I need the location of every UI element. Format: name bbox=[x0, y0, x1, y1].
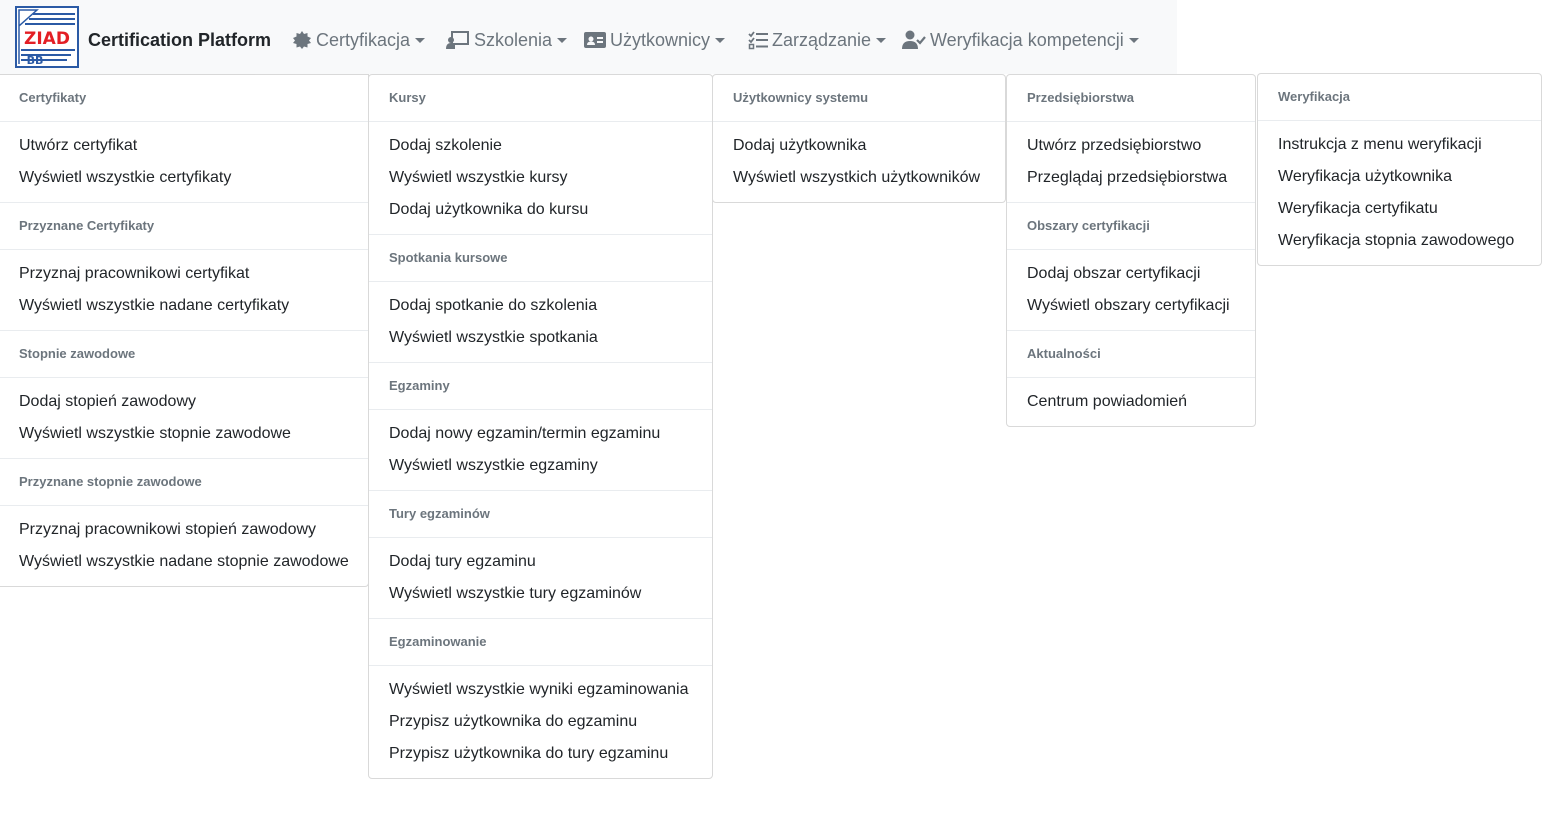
dropdown-header: Użytkownicy systemu bbox=[733, 90, 869, 105]
dropdown-group: Utwórz certyfikat Wyświetl wszystkie cert… bbox=[0, 122, 368, 202]
caret-down-icon bbox=[1128, 38, 1139, 43]
dropdown-item[interactable]: Centrum powiadomień bbox=[1007, 386, 1255, 418]
caret-down-icon bbox=[415, 38, 426, 43]
dropdown-group: Dodaj użytkownika Wyświetl wszystkich uży… bbox=[713, 122, 1005, 202]
ziad-logo[interactable]: ZIAD BB bbox=[15, 6, 79, 68]
dropdown-header: Przedsiębiorstwa bbox=[1027, 90, 1134, 105]
nav-label: Weryfikacja kompetencji bbox=[930, 29, 1124, 50]
caret-down-icon bbox=[876, 38, 887, 43]
dropdown-item[interactable]: Przypisz użytkownika do egzaminu bbox=[369, 706, 712, 738]
dropdown-zarzadzanie: Przedsiębiorstwa Utwórz przedsiębiorstwo P… bbox=[1006, 74, 1256, 427]
brand-title[interactable]: Certification Platform bbox=[88, 28, 271, 52]
nav-label: Użytkownicy bbox=[610, 29, 711, 50]
dropdown-item[interactable]: Przyznaj pracownikowi stopień zawodowy bbox=[0, 514, 368, 546]
dropdown-item[interactable]: Wyświetl wszystkie certyfikaty bbox=[0, 162, 368, 194]
nav-uzytkownicy[interactable]: Użytkownicy bbox=[584, 28, 726, 52]
dropdown-header: Tury egzaminów bbox=[389, 506, 490, 521]
dropdown-group: Dodaj spotkanie do szkolenia Wyświetl wsz… bbox=[369, 282, 712, 362]
dropdown-header: Aktualności bbox=[1027, 346, 1101, 361]
user-check-icon bbox=[902, 30, 926, 50]
dropdown-item[interactable]: Utwórz przedsiębiorstwo bbox=[1007, 130, 1255, 162]
certificate-icon bbox=[292, 30, 312, 50]
dropdown-group: Dodaj stopień zawodowy Wyświetl wszystkie… bbox=[0, 378, 368, 458]
dropdown-item[interactable]: Weryfikacja certyfikatu bbox=[1258, 193, 1541, 225]
dropdown-weryfikacja: Weryfikacja Instrukcja z menu weryfikacji… bbox=[1257, 73, 1542, 266]
dropdown-header: Egzaminy bbox=[389, 378, 450, 393]
svg-text:BB: BB bbox=[27, 54, 44, 67]
dropdown-item[interactable]: Dodaj stopień zawodowy bbox=[0, 386, 368, 418]
ziad-logo-icon: ZIAD BB bbox=[15, 6, 79, 68]
dropdown-item[interactable]: Dodaj tury egzaminu bbox=[369, 546, 712, 578]
navbar: ZIAD BB Certification Platform Certyfika… bbox=[0, 0, 1177, 74]
dropdown-group: Utwórz przedsiębiorstwo Przeglądaj przeds… bbox=[1007, 122, 1255, 202]
dropdown-header: Stopnie zawodowe bbox=[19, 346, 136, 361]
dropdown-item[interactable]: Przeglądaj przedsiębiorstwa bbox=[1007, 162, 1255, 194]
dropdown-item[interactable]: Dodaj użytkownika do kursu bbox=[369, 194, 712, 226]
dropdown-item[interactable]: Dodaj nowy egzamin/termin egzaminu bbox=[369, 418, 712, 450]
dropdown-item[interactable]: Wyświetl wszystkie nadane stopnie zawodo… bbox=[0, 546, 368, 578]
dropdown-item[interactable]: Utwórz certyfikat bbox=[0, 130, 368, 162]
chalkboard-teacher-icon bbox=[446, 30, 470, 50]
dropdown-header: Obszary certyfikacji bbox=[1027, 218, 1150, 233]
dropdown-certyfikacja: Certyfikaty Utwórz certyfikat Wyświetl wsz… bbox=[0, 74, 369, 587]
dropdown-item[interactable]: Wyświetl wszystkich użytkowników bbox=[713, 162, 1005, 194]
dropdown-item[interactable]: Wyświetl wszystkie nadane certyfikaty bbox=[0, 290, 368, 322]
nav-weryfikacja[interactable]: Weryfikacja kompetencji bbox=[902, 28, 1139, 52]
dropdown-group: Dodaj obszar certyfikacji Wyświetl obszar… bbox=[1007, 250, 1255, 330]
dropdown-item[interactable]: Dodaj użytkownika bbox=[713, 130, 1005, 162]
dropdown-item[interactable]: Instrukcja z menu weryfikacji bbox=[1258, 129, 1541, 161]
dropdown-header: Certyfikaty bbox=[19, 90, 87, 105]
dropdown-item[interactable]: Weryfikacja stopnia zawodowego bbox=[1258, 225, 1541, 257]
dropdown-group: Centrum powiadomień bbox=[1007, 378, 1255, 426]
dropdown-item[interactable]: Wyświetl wszystkie stopnie zawodowe bbox=[0, 418, 368, 450]
svg-text:ZIAD: ZIAD bbox=[24, 29, 70, 49]
dropdown-item[interactable]: Wyświetl obszary certyfikacji bbox=[1007, 290, 1255, 322]
nav-certyfikacja[interactable]: Certyfikacja bbox=[292, 28, 426, 52]
dropdown-header: Kursy bbox=[389, 90, 426, 105]
dropdown-item[interactable]: Wyświetl wszystkie egzaminy bbox=[369, 450, 712, 482]
caret-down-icon bbox=[557, 38, 568, 43]
dropdown-szkolenia: Kursy Dodaj szkolenie Wyświetl wszystkie k… bbox=[368, 74, 713, 779]
caret-down-icon bbox=[715, 38, 726, 43]
dropdown-item[interactable]: Wyświetl wszystkie spotkania bbox=[369, 322, 712, 354]
dropdown-group: Dodaj nowy egzamin/termin egzaminu Wyświe… bbox=[369, 410, 712, 490]
dropdown-item[interactable]: Weryfikacja użytkownika bbox=[1258, 161, 1541, 193]
dropdown-item[interactable]: Dodaj obszar certyfikacji bbox=[1007, 258, 1255, 290]
dropdown-group: Instrukcja z menu weryfikacji Weryfikacja… bbox=[1258, 121, 1541, 265]
tasks-icon bbox=[748, 30, 768, 50]
dropdown-item[interactable]: Przypisz użytkownika do tury egzaminu bbox=[369, 738, 712, 770]
dropdown-item[interactable]: Przyznaj pracownikowi certyfikat bbox=[0, 258, 368, 290]
nav-label: Zarządzanie bbox=[772, 29, 872, 50]
dropdown-uzytkownicy: Użytkownicy systemu Dodaj użytkownika Wyśw… bbox=[712, 74, 1006, 203]
dropdown-header: Egzaminowanie bbox=[389, 634, 487, 649]
dropdown-item[interactable]: Wyświetl wszystkie kursy bbox=[369, 162, 712, 194]
id-card-icon bbox=[584, 31, 606, 49]
dropdown-item[interactable]: Dodaj spotkanie do szkolenia bbox=[369, 290, 712, 322]
nav-zarzadzanie[interactable]: Zarządzanie bbox=[748, 28, 887, 52]
dropdown-header: Przyznane Certyfikaty bbox=[19, 218, 155, 233]
dropdown-header: Weryfikacja bbox=[1278, 89, 1351, 104]
dropdown-group: Dodaj szkolenie Wyświetl wszystkie kursy D… bbox=[369, 122, 712, 234]
nav-label: Szkolenia bbox=[474, 29, 553, 50]
dropdown-group: Wyświetl wszystkie wyniki egzaminowania P… bbox=[369, 666, 712, 778]
dropdown-group: Dodaj tury egzaminu Wyświetl wszystkie tu… bbox=[369, 538, 712, 618]
dropdown-group: Przyznaj pracownikowi stopień zawodowy Wy… bbox=[0, 506, 368, 586]
dropdown-item[interactable]: Wyświetl wszystkie wyniki egzaminowania bbox=[369, 674, 712, 706]
dropdown-item[interactable]: Wyświetl wszystkie tury egzaminów bbox=[369, 578, 712, 610]
dropdown-header: Spotkania kursowe bbox=[389, 250, 508, 265]
dropdown-header: Przyznane stopnie zawodowe bbox=[19, 474, 202, 489]
dropdown-item[interactable]: Dodaj szkolenie bbox=[369, 130, 712, 162]
nav-szkolenia[interactable]: Szkolenia bbox=[446, 28, 568, 52]
dropdown-group: Przyznaj pracownikowi certyfikat Wyświetl… bbox=[0, 250, 368, 330]
nav-label: Certyfikacja bbox=[316, 29, 411, 50]
